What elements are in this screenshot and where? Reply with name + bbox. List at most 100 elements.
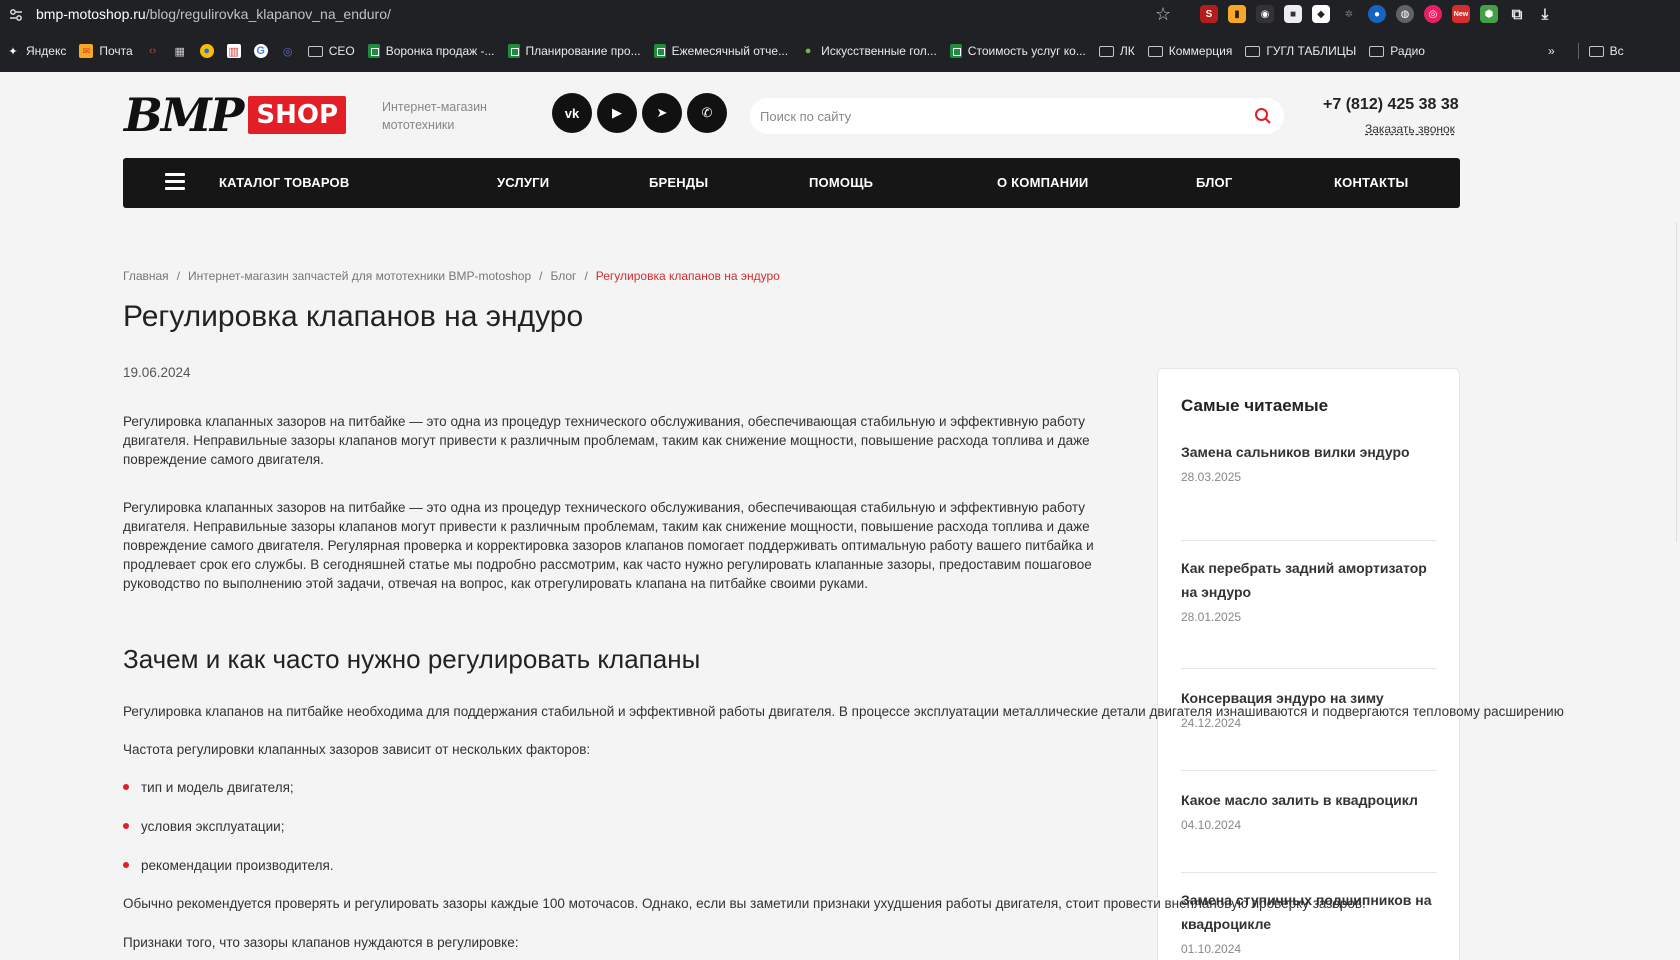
bookmark-item[interactable]: Радио xyxy=(1369,44,1425,58)
search-icon[interactable] xyxy=(1254,107,1272,125)
menu-burger-icon[interactable] xyxy=(165,173,185,191)
store-icon: ▦ xyxy=(174,45,185,58)
extension-metrics-icon[interactable]: ▮ xyxy=(1228,5,1246,23)
sidebar-post-date: 28.01.2025 xyxy=(1181,610,1242,624)
scroll-edge xyxy=(1676,222,1680,542)
callback-link[interactable]: Заказать звонок xyxy=(1365,122,1455,136)
bookmark-label: Коммерция xyxy=(1168,44,1233,58)
extension-color-icon[interactable]: ◎ xyxy=(1424,5,1442,23)
bookmark-label: Яндекс xyxy=(26,44,67,58)
nav-about[interactable]: О КОМПАНИИ xyxy=(997,175,1088,190)
extension-cube-icon[interactable]: ■ xyxy=(1284,5,1302,23)
list-item: условия эксплуатации; xyxy=(123,819,284,834)
extension-code-icon[interactable]: ◆ xyxy=(1312,5,1330,23)
bookmarks-bar: ✦ Яндекс ✉ Почта ‹› ▦ ● ▥ G ◎ СЕО Воронка продаж -.… xyxy=(0,38,1680,64)
extension-globe-icon[interactable]: ◍ xyxy=(1396,5,1414,23)
dot-icon: ● xyxy=(804,45,812,57)
address-bar[interactable]: bmp-motoshop.ru/blog/regulirovka_klapano… xyxy=(0,0,1680,30)
bookmark-item[interactable]: ◎ xyxy=(281,44,295,58)
bullet-dot-icon xyxy=(123,784,129,791)
nav-services[interactable]: УСЛУГИ xyxy=(497,175,549,190)
breadcrumb-blog[interactable]: Блог xyxy=(551,269,577,283)
bookmark-item[interactable]: ✦ Яндекс xyxy=(6,44,66,58)
sidebar-post-date: 04.10.2024 xyxy=(1181,818,1242,832)
bookmark-star-icon[interactable]: ☆ xyxy=(1155,4,1171,25)
search-input[interactable] xyxy=(760,98,1240,134)
extension-camera-icon[interactable]: ◉ xyxy=(1256,5,1274,23)
site-logo[interactable]: BMP SHOP xyxy=(124,92,347,138)
vk-icon[interactable]: vk xyxy=(552,93,592,133)
bookmark-label: Планирование про... xyxy=(525,44,641,58)
youtube-icon[interactable]: ▶ xyxy=(597,93,637,133)
mail-icon: ✉ xyxy=(79,44,94,58)
section-heading: Зачем и как часто нужно регулировать кла… xyxy=(123,644,701,674)
extension-puzzle-gray-icon[interactable]: ✲ xyxy=(1340,5,1358,23)
download-icon[interactable]: ⤓ xyxy=(1536,5,1554,23)
bookmark-item[interactable]: Ежемесячный отче... xyxy=(653,44,788,58)
folder-icon xyxy=(1369,45,1385,57)
sidebar-post[interactable]: Какое масло залить в квадроцикл 04.10.20… xyxy=(1181,772,1437,873)
bookmark-item[interactable]: Коммерция xyxy=(1147,44,1233,58)
sidebar-post[interactable]: Как перебрать задний амортизатор на энду… xyxy=(1181,542,1437,669)
logo-shop-badge: SHOP xyxy=(248,96,347,134)
sidebar-post[interactable]: Замена сальников вилки эндуро 28.03.2025 xyxy=(1181,440,1437,541)
whatsapp-icon[interactable]: ✆ xyxy=(687,93,727,133)
bullet-dot-icon xyxy=(123,862,129,869)
bookmark-item[interactable]: ✉ Почта xyxy=(79,44,133,58)
browser-icon: ● xyxy=(199,44,214,58)
nav-blog[interactable]: БЛОГ xyxy=(1196,175,1232,190)
extension-blue-circle-icon[interactable]: ● xyxy=(1368,5,1386,23)
browser-chrome: bmp-motoshop.ru/blog/regulirovka_klapano… xyxy=(0,0,1680,72)
bookmark-item[interactable]: Стоимость услуг ко... xyxy=(949,44,1086,58)
list-item: рекомендации производителя. xyxy=(123,858,334,873)
url-text[interactable]: bmp-motoshop.ru/blog/regulirovka_klapano… xyxy=(36,6,391,22)
nav-brands[interactable]: БРЕНДЫ xyxy=(649,175,708,190)
sheet-icon xyxy=(507,44,520,58)
bookmark-label: Вс xyxy=(1609,44,1624,58)
bookmark-item[interactable]: Вс xyxy=(1588,44,1624,58)
sidebar-post[interactable]: Консервация эндуро на зиму 24.12.2024 xyxy=(1181,670,1437,771)
nav-catalog[interactable]: КАТАЛОГ ТОВАРОВ xyxy=(219,175,349,190)
bookmark-item[interactable]: ЛК xyxy=(1098,44,1135,58)
main-nav: КАТАЛОГ ТОВАРОВ УСЛУГИ БРЕНДЫ ПОМОЩЬ О К… xyxy=(123,158,1460,208)
url-host: bmp-motoshop.ru xyxy=(36,6,146,22)
bookmarks-more-button[interactable]: » xyxy=(1548,44,1555,58)
popular-posts-sidebar: Самые читаемые Замена сальников вилки эн… xyxy=(1157,368,1460,960)
folder-icon xyxy=(1147,45,1163,57)
bookmark-item[interactable]: ▦ xyxy=(173,44,187,58)
nav-contacts[interactable]: КОНТАКТЫ xyxy=(1334,175,1408,190)
sidebar-post-title[interactable]: Какое масло залить в квадроцикл xyxy=(1181,772,1437,812)
bookmark-item[interactable]: ГУГЛ ТАБЛИЦЫ xyxy=(1245,44,1356,58)
chart-icon: ▥ xyxy=(226,44,241,58)
bookmark-item[interactable]: ● xyxy=(199,44,214,58)
bookmark-item[interactable]: ▥ xyxy=(226,44,241,58)
extensions-puzzle-icon[interactable]: ⧉ xyxy=(1508,5,1526,23)
sidebar-post[interactable]: Замена ступичных подшипников на квадроци… xyxy=(1181,874,1437,960)
bookmark-label: Искусственные гол... xyxy=(821,44,937,58)
site-settings-icon[interactable] xyxy=(9,8,23,22)
bookmark-item[interactable]: Воронка продаж -... xyxy=(367,44,495,58)
phone-number[interactable]: +7 (812) 425 38 38 xyxy=(1323,96,1459,114)
page-title: Регулировка клапанов на эндуро xyxy=(123,300,584,333)
article-paragraph: Регулировка клапанных зазоров на питбайк… xyxy=(123,414,1090,467)
bookmark-label: ГУГЛ ТАБЛИЦЫ xyxy=(1266,44,1357,58)
bookmark-item[interactable]: ‹› xyxy=(146,44,160,58)
telegram-icon[interactable]: ➤ xyxy=(642,93,682,133)
extension-green-icon[interactable]: ⬢ xyxy=(1480,5,1498,23)
breadcrumb-home[interactable]: Главная xyxy=(123,269,169,283)
bookmark-item[interactable]: СЕО xyxy=(307,44,355,58)
sidebar-post-title[interactable]: Замена сальников вилки эндуро xyxy=(1181,440,1437,464)
sidebar-post-title[interactable]: Как перебрать задний амортизатор на энду… xyxy=(1181,542,1437,604)
bookmark-item[interactable]: G xyxy=(253,44,268,58)
nav-help[interactable]: ПОМОЩЬ xyxy=(809,175,873,190)
bookmark-item[interactable]: Планирование про... xyxy=(507,44,641,58)
sheet-icon xyxy=(949,44,962,58)
list-item-text: рекомендации производителя. xyxy=(141,858,334,873)
article-line: Частота регулировки клапанных зазоров за… xyxy=(123,742,591,757)
bookmark-item[interactable]: ● Искусственные гол... xyxy=(801,44,937,58)
folder-icon xyxy=(1245,45,1261,57)
extension-s-icon[interactable]: S xyxy=(1200,5,1218,23)
sheet-icon xyxy=(653,44,666,58)
breadcrumb-shop[interactable]: Интернет-магазин запчастей для мототехни… xyxy=(188,269,531,283)
extension-new-icon[interactable]: New xyxy=(1452,5,1470,23)
